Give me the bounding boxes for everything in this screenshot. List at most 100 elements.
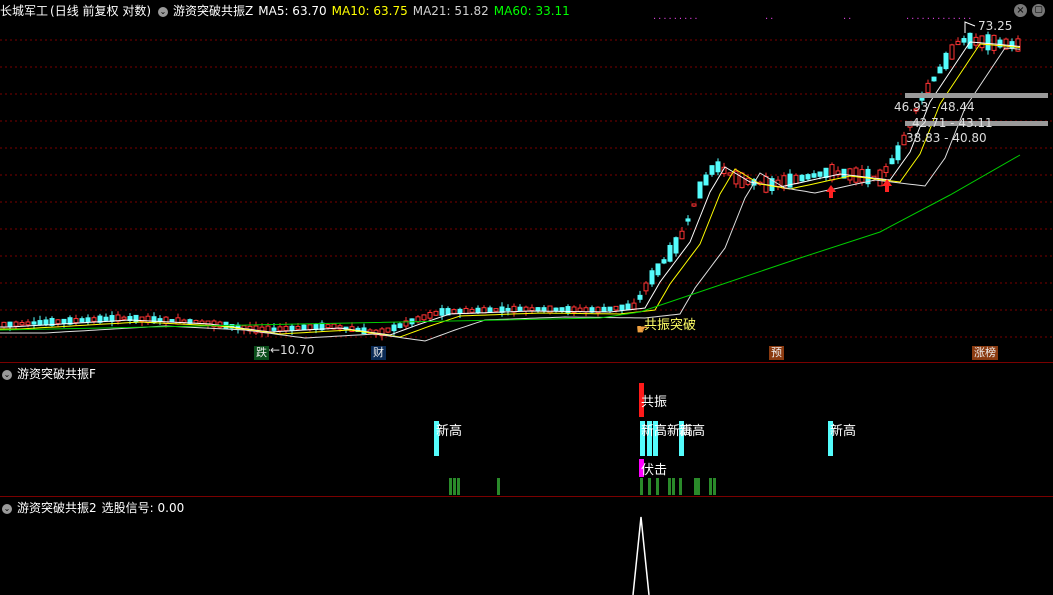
indicator-name[interactable]: 游资突破共振Z (173, 4, 253, 18)
candle (25, 321, 31, 326)
small-signal-bar (668, 478, 671, 495)
xingao-label-1: 新高 (436, 424, 463, 439)
tag-cai[interactable]: 财 (371, 346, 386, 360)
candle (307, 324, 313, 330)
small-signal-bar (672, 478, 675, 495)
candle (301, 324, 307, 331)
buy-arrow-icon (826, 185, 836, 198)
signal-dots-2: ·· (765, 14, 776, 25)
candle (427, 311, 433, 319)
indicator-pane-2[interactable]: ⌄ 游资突破共振2 选股信号: 0.00 (0, 496, 1053, 595)
candle (1, 321, 7, 328)
candle (649, 270, 655, 285)
candle (463, 307, 469, 315)
close-icon[interactable]: × (1014, 4, 1027, 17)
candle (541, 307, 547, 312)
candle (529, 307, 535, 312)
candle (847, 168, 853, 181)
candle (19, 322, 25, 326)
signal-value: 选股信号: 0.00 (101, 501, 185, 515)
candle (979, 35, 985, 49)
indicator-menu-icon[interactable]: ⌄ (158, 6, 169, 17)
candle (985, 34, 991, 51)
pointer-hand-icon: ☛ (636, 322, 649, 338)
xingao-label-3: 新高 (830, 424, 857, 439)
signal-dots-1: ········· (653, 14, 700, 25)
candle (457, 308, 463, 314)
candle (175, 317, 181, 325)
candle (661, 259, 667, 264)
candle (325, 324, 331, 329)
pane-f-header: ⌄ 游资突破共振F (0, 363, 101, 385)
candle (79, 318, 85, 323)
price-band-1-label: 46.93 - 48.44 (894, 100, 975, 114)
tag-limit-up[interactable]: 涨榜 (972, 346, 998, 360)
pane-f-title[interactable]: 游资突破共振F (17, 367, 96, 381)
candle (55, 319, 61, 324)
low-price-label: ←10.70 (270, 343, 315, 357)
candle (877, 169, 883, 187)
candle (691, 203, 697, 207)
candle (811, 173, 817, 178)
candle (955, 40, 961, 46)
ma60-value: MA60: 33.11 (493, 4, 570, 18)
candle (793, 174, 799, 184)
candle (271, 327, 277, 331)
candle (295, 325, 301, 330)
candle (469, 308, 475, 313)
candle (607, 306, 613, 312)
candle (163, 316, 169, 324)
stock-name[interactable]: 长城军工 (0, 4, 48, 18)
candle (433, 310, 439, 316)
candle (85, 317, 91, 323)
pane-2-header: ⌄ 游资突破共振2 选股信号: 0.00 (0, 497, 189, 519)
candle (643, 282, 649, 292)
small-signal-bar (694, 478, 697, 495)
candle (103, 316, 109, 321)
small-signal-bar (679, 478, 682, 495)
candle (277, 326, 283, 332)
pane-2-menu-icon[interactable]: ⌄ (2, 503, 12, 514)
candle (391, 324, 397, 332)
candle (925, 82, 931, 94)
signal-dots-3: ·· (843, 14, 854, 25)
ma5-line (0, 41, 1021, 336)
candle (601, 306, 607, 313)
main-chart-pane[interactable]: 长城军工 (日线 前复权 对数) ⌄ 游资突破共振Z MA5: 63.70 MA10: 6… (0, 0, 1053, 362)
candle (655, 263, 661, 276)
candle (169, 319, 175, 323)
candle (973, 36, 979, 46)
candlestick-chart[interactable] (0, 0, 1053, 362)
candle (451, 309, 457, 314)
ma21-line (0, 47, 1021, 342)
candle (397, 323, 403, 329)
ma10-value: MA10: 63.75 (331, 4, 408, 18)
candle (991, 34, 997, 51)
candle (625, 303, 631, 311)
small-signal-bar (457, 478, 460, 495)
fullscreen-icon[interactable]: ▢ (1032, 4, 1045, 17)
ma5-value: MA5: 63.70 (258, 4, 327, 18)
candle (37, 320, 43, 326)
candle (421, 314, 427, 321)
candle (943, 52, 949, 70)
candle (715, 161, 721, 173)
candle (91, 317, 97, 322)
candle (553, 307, 559, 312)
indicator-pane-f[interactable]: ⌄ 游资突破共振F 共振 新高 新高新高 新高 新高 伏击 (0, 362, 1053, 497)
tag-yu[interactable]: 预 (769, 346, 784, 360)
candle (505, 307, 511, 311)
small-signal-bar (656, 478, 659, 495)
candle (817, 171, 823, 177)
pane-2-title[interactable]: 游资突破共振2 (17, 501, 97, 515)
pane-f-menu-icon[interactable]: ⌄ (2, 369, 12, 380)
candle (73, 318, 79, 324)
candle (697, 181, 703, 199)
candle (889, 158, 895, 165)
price-band-3-label: 38.83 - 40.80 (906, 131, 987, 145)
small-signal-bar (648, 478, 651, 495)
candle (895, 145, 901, 161)
candle (739, 172, 745, 189)
tag-fall[interactable]: 跌 (254, 346, 269, 360)
high-price-label: 73.25 (978, 19, 1013, 33)
